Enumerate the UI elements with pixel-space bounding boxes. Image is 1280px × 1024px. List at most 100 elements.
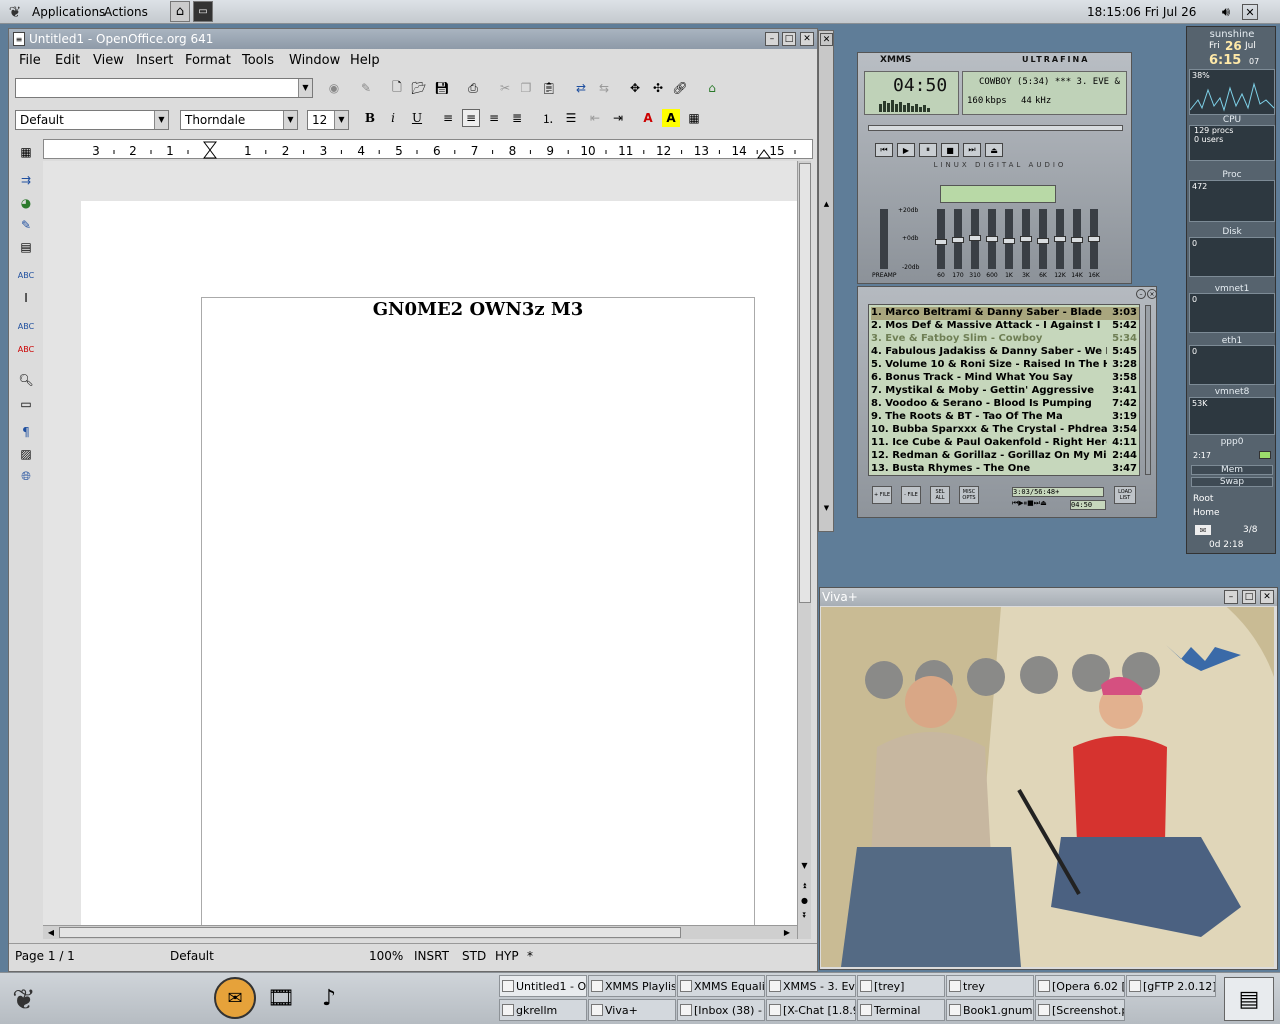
insert-object-icon[interactable]: ◕ — [17, 194, 35, 212]
task-xmms-equalizer[interactable]: XMMS Equaliz — [677, 975, 765, 997]
menu-file[interactable]: File — [19, 53, 41, 68]
open-icon[interactable]: 📂︎ — [410, 79, 428, 97]
actions-menu[interactable]: Actions — [104, 5, 148, 19]
gk-eth1-chart[interactable]: 0 — [1189, 345, 1275, 385]
gk-procs-chart[interactable]: 129 procs 0 users — [1189, 125, 1275, 161]
scroll-right-icon[interactable]: ▶ — [781, 926, 793, 939]
menu-view[interactable]: View — [93, 53, 124, 68]
task-xmms-playlist[interactable]: XMMS Playlist — [588, 975, 676, 997]
eq-band-knob[interactable] — [1003, 238, 1015, 244]
gk-vmnet8-chart[interactable]: 53K — [1189, 397, 1275, 435]
writer-titlebar[interactable]: ≡ Untitled1 - OpenOffice.org 641 – □ ✕ — [9, 29, 817, 49]
underline-icon[interactable]: U — [408, 109, 426, 127]
align-right-icon[interactable]: ≡ — [485, 109, 503, 127]
playlist-item[interactable]: 6. Bonus Track - Mind What You Say 3:58 — [871, 372, 1139, 385]
playlist-item[interactable]: 5. Volume 10 & Roni Size - Raised In The… — [871, 359, 1139, 372]
find-replace-icon[interactable]: 🔍︎ — [17, 371, 35, 389]
position-slider[interactable] — [868, 125, 1123, 131]
hyperlink-icon[interactable]: 🔗︎ — [671, 79, 689, 97]
status-style[interactable]: Default — [170, 949, 214, 963]
window-list-close-icon[interactable]: ✕ — [1242, 4, 1258, 20]
misc-options-button[interactable]: MISC OPTS — [959, 486, 979, 504]
spellcheck-icon[interactable]: ABC — [17, 317, 35, 335]
highlight-icon[interactable]: A — [662, 109, 680, 127]
gk-proc-chart[interactable]: 472 — [1189, 180, 1275, 222]
right-margin-marker[interactable] — [757, 149, 771, 159]
chevron-down-icon[interactable]: ▼ — [298, 79, 312, 97]
playlist-item[interactable]: 4. Fabulous Jadakiss & Danny Saber - We … — [871, 346, 1139, 359]
gk-disk-chart[interactable]: 0 — [1189, 237, 1275, 277]
nonprinting-chars-icon[interactable]: ¶ — [17, 423, 35, 441]
eq-band-slider[interactable] — [1054, 209, 1066, 269]
scroll-up-icon[interactable]: ▲ — [820, 197, 833, 210]
remove-file-button[interactable]: - FILE — [901, 486, 921, 504]
workspace-switcher-icon[interactable]: ▤ — [1224, 977, 1274, 1021]
close-icon[interactable]: × — [1147, 289, 1157, 299]
xmms-info-display[interactable]: COWBOY (5:34) *** 3. EVE & 160 kbps 44 k… — [962, 71, 1127, 115]
cut-icon[interactable]: ✂ — [496, 79, 514, 97]
horizontal-scroll-thumb[interactable] — [59, 927, 681, 938]
task-screenshot[interactable]: [Screenshot.pr — [1035, 999, 1125, 1021]
insert-table-icon[interactable]: ▦ — [17, 143, 35, 161]
draw-functions-icon[interactable]: ✎ — [17, 216, 35, 234]
eq-band-slider[interactable] — [1071, 209, 1083, 269]
maximize-button[interactable]: □ — [1242, 590, 1256, 604]
gnome-menu-icon[interactable]: ❦ — [4, 977, 44, 1021]
bold-icon[interactable]: B — [361, 109, 379, 127]
playlist-list[interactable]: 1. Marco Beltrami & Danny Saber - Blade 3… — [868, 304, 1140, 476]
indent-marker[interactable] — [203, 141, 217, 159]
eq-band-slider[interactable] — [986, 209, 998, 269]
italic-icon[interactable]: i — [384, 109, 402, 127]
eq-band-slider[interactable] — [1037, 209, 1049, 269]
preamp-slider[interactable] — [880, 209, 888, 269]
eq-band-slider[interactable] — [1088, 209, 1100, 269]
playlist-item[interactable]: 13. Busta Rhymes - The One 3:47 — [871, 463, 1139, 475]
status-insert-mode[interactable]: INSRT — [414, 949, 449, 963]
gk-root-label[interactable]: Root — [1193, 494, 1213, 504]
gnome-foot-icon[interactable]: ❦ — [6, 3, 24, 21]
copy-icon[interactable]: ❐ — [517, 79, 535, 97]
eq-band-knob[interactable] — [1071, 237, 1083, 243]
eq-band-slider[interactable] — [1003, 209, 1015, 269]
horizontal-ruler[interactable]: 3 2 1 1 2 3 4 5 6 7 8 9 10 11 12 13 14 15 — [43, 139, 813, 159]
playlist-item[interactable]: 7. Mystikal & Moby - Gettin' Aggressive 3… — [871, 385, 1139, 398]
gk-vmnet1-chart[interactable]: 0 — [1189, 293, 1275, 333]
document-page[interactable]: GN0ME2 OWN3z M3 — [81, 201, 797, 939]
stop-load-icon[interactable]: ◉ — [325, 79, 343, 97]
gk-ppp0-led[interactable] — [1259, 451, 1271, 459]
add-file-button[interactable]: + FILE — [872, 486, 892, 504]
task-writer[interactable]: Untitled1 - Op — [499, 975, 587, 997]
task-inbox[interactable]: [Inbox (38) - X — [677, 999, 765, 1021]
eq-band-knob[interactable] — [952, 237, 964, 243]
volume-icon[interactable]: 🔊︎ — [1216, 3, 1236, 21]
playlist-item[interactable]: 11. Ice Cube & Paul Oakenfold - Right He… — [871, 437, 1139, 450]
task-opera[interactable]: [Opera 6.02 [ — [1035, 975, 1125, 997]
font-size-combobox[interactable]: 12 ▼ — [307, 110, 349, 130]
new-document-icon[interactable]: 🗋 — [388, 79, 406, 97]
eq-band-slider[interactable] — [952, 209, 964, 269]
scroll-left-icon[interactable]: ◀ — [45, 926, 57, 939]
close-icon[interactable]: ✕ — [820, 33, 833, 46]
scroll-down-icon[interactable]: ▼ — [820, 501, 833, 514]
horizontal-scrollbar[interactable]: ◀ ▶ — [43, 925, 797, 939]
minimize-button[interactable]: – — [765, 32, 779, 46]
tv-video-frame[interactable] — [821, 607, 1274, 967]
insert-fields-icon[interactable]: ⇉ — [17, 171, 35, 189]
url-combobox[interactable]: ▼ — [15, 78, 313, 98]
home-launcher-icon[interactable]: ⌂ — [170, 1, 190, 22]
eq-band-knob[interactable] — [1054, 236, 1066, 242]
navigator-icon[interactable]: ✥ — [626, 79, 644, 97]
stop-icon[interactable]: ■ — [941, 143, 959, 157]
play-icon[interactable]: ▶ — [897, 143, 915, 157]
align-left-icon[interactable]: ≡ — [439, 109, 457, 127]
status-selection-mode[interactable]: STD — [462, 949, 486, 963]
playlist-item[interactable]: 2. Mos Def & Massive Attack - I Against … — [871, 320, 1139, 333]
menu-window[interactable]: Window — [289, 53, 340, 68]
task-gkrellm[interactable]: gkrellm — [499, 999, 587, 1021]
vertical-scrollbar[interactable]: ▼ ⏫︎ ● ⏬︎ — [797, 161, 811, 939]
menu-insert[interactable]: Insert — [136, 53, 173, 68]
menu-format[interactable]: Format — [185, 53, 231, 68]
vertical-scroll-thumb[interactable] — [799, 163, 811, 603]
terminal-launcher-icon[interactable]: ▭ — [193, 1, 213, 22]
previous-page-icon[interactable]: ⏫︎ — [798, 879, 811, 892]
